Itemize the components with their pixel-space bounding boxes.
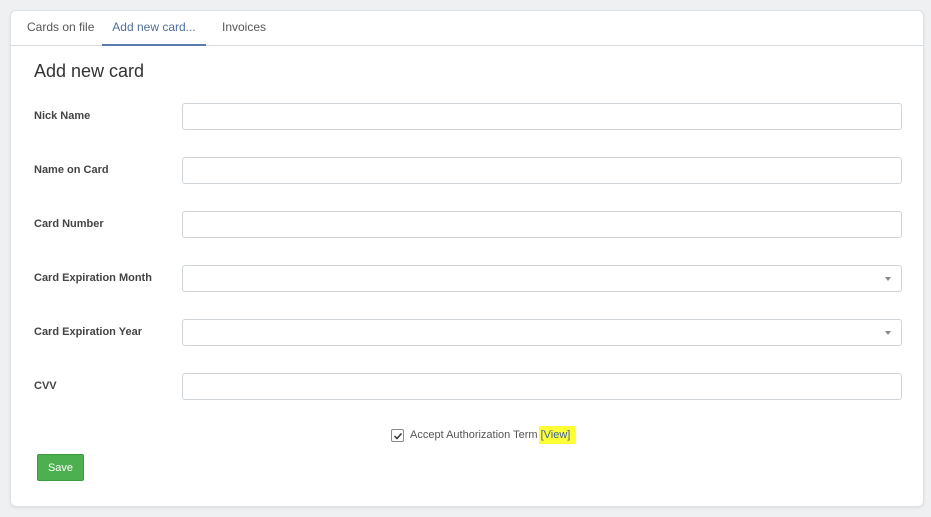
- tab-cards-on-file[interactable]: Cards on file: [27, 11, 94, 46]
- card-number-row: Card Number: [11, 211, 923, 246]
- nick-name-row: Nick Name: [11, 103, 923, 138]
- name-on-card-input[interactable]: [182, 157, 902, 184]
- card-number-label: Card Number: [34, 218, 104, 230]
- exp-month-select[interactable]: [182, 265, 902, 292]
- check-icon: [393, 432, 403, 440]
- cvv-input[interactable]: [182, 373, 902, 400]
- exp-year-row: Card Expiration Year: [11, 319, 923, 354]
- accept-checkbox[interactable]: [391, 428, 404, 442]
- card-panel: Cards on file Add new card... Invoices A…: [10, 10, 924, 507]
- chevron-down-icon: [885, 277, 891, 281]
- save-button[interactable]: Save: [37, 454, 84, 481]
- cvv-label: CVV: [34, 380, 57, 392]
- view-terms-link[interactable]: [View]: [538, 426, 577, 444]
- exp-year-label: Card Expiration Year: [34, 326, 143, 338]
- card-number-input[interactable]: [182, 211, 902, 238]
- exp-month-label: Card Expiration Month: [34, 272, 152, 284]
- exp-month-row: Card Expiration Month: [11, 265, 923, 300]
- tab-bar: Cards on file Add new card... Invoices: [11, 11, 923, 46]
- accept-terms: Accept Authorization Term [View]: [391, 426, 577, 444]
- tab-add-new-card[interactable]: Add new card...: [102, 11, 206, 46]
- nick-name-input[interactable]: [182, 103, 902, 130]
- exp-year-select[interactable]: [182, 319, 902, 346]
- name-on-card-label: Name on Card: [34, 164, 109, 176]
- page-title: Add new card: [34, 61, 145, 81]
- name-on-card-row: Name on Card: [11, 157, 923, 192]
- cvv-row: CVV: [11, 373, 923, 408]
- nick-name-label: Nick Name: [34, 110, 91, 122]
- tab-invoices[interactable]: Invoices: [222, 11, 266, 46]
- accept-label: Accept Authorization Term: [410, 429, 538, 441]
- chevron-down-icon: [885, 331, 891, 335]
